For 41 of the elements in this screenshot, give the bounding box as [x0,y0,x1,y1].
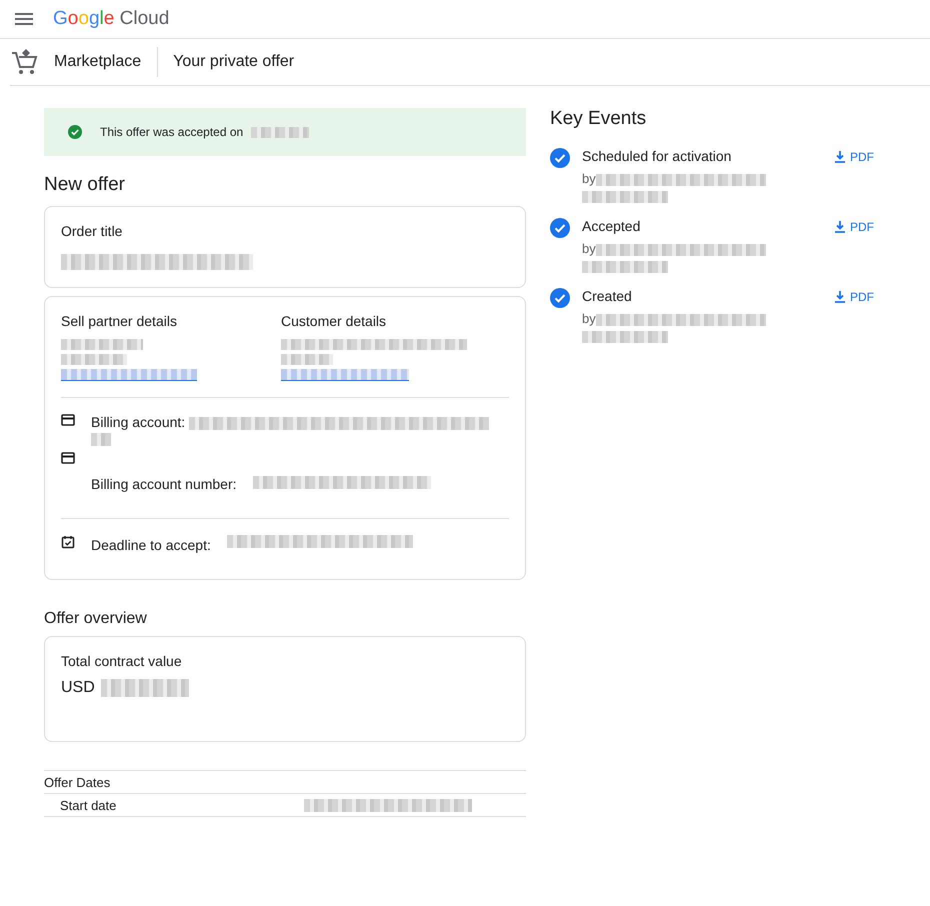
section-heading: Offer overview [44,610,148,628]
event-author-label: by [582,311,596,326]
field-label: Total contract value [61,653,183,669]
table-cell: Start date [60,798,116,812]
pdf-download-link[interactable]: PDF [834,218,874,236]
banner-text: This offer was accepted on [100,125,244,139]
currency-label: USD [61,679,95,697]
credit-card-icon [61,414,75,426]
check-circle-icon [68,125,82,139]
redacted-text [61,354,127,365]
section-heading: New offer [44,174,126,196]
credit-card-icon [61,452,75,464]
section-heading: Key Events [550,108,648,130]
pdf-download-link[interactable]: PDF [834,288,874,306]
redacted-text [91,432,111,446]
redacted-text [281,354,333,365]
table-heading: Offer Dates [44,774,110,790]
redacted-link[interactable] [61,369,197,381]
field-label: Deadline to accept: [91,537,211,553]
field-label: Customer details [281,313,388,329]
page-title: Your private offer [173,53,294,71]
redacted-link[interactable] [281,369,409,381]
event-author-label: by [582,241,596,256]
logo[interactable]: Google Cloud [53,8,170,30]
event-title: Created [582,288,633,304]
redacted-text [251,126,310,138]
field-label: Order title [61,223,124,239]
field-label: Sell partner details [61,313,178,329]
download-icon [834,291,846,303]
event-author-label: by [582,171,596,186]
breadcrumb-section[interactable]: Marketplace [54,47,158,77]
download-icon [834,151,846,163]
menu-icon[interactable] [15,13,33,25]
event-title: Scheduled for activation [582,148,732,164]
pdf-download-link[interactable]: PDF [834,148,874,166]
event-title: Accepted [582,218,642,234]
cart-icon [10,47,40,77]
field-label: Billing account: [91,414,186,430]
field-label: Billing account number: [91,476,237,492]
download-icon [834,221,846,233]
calendar-icon [61,535,75,549]
